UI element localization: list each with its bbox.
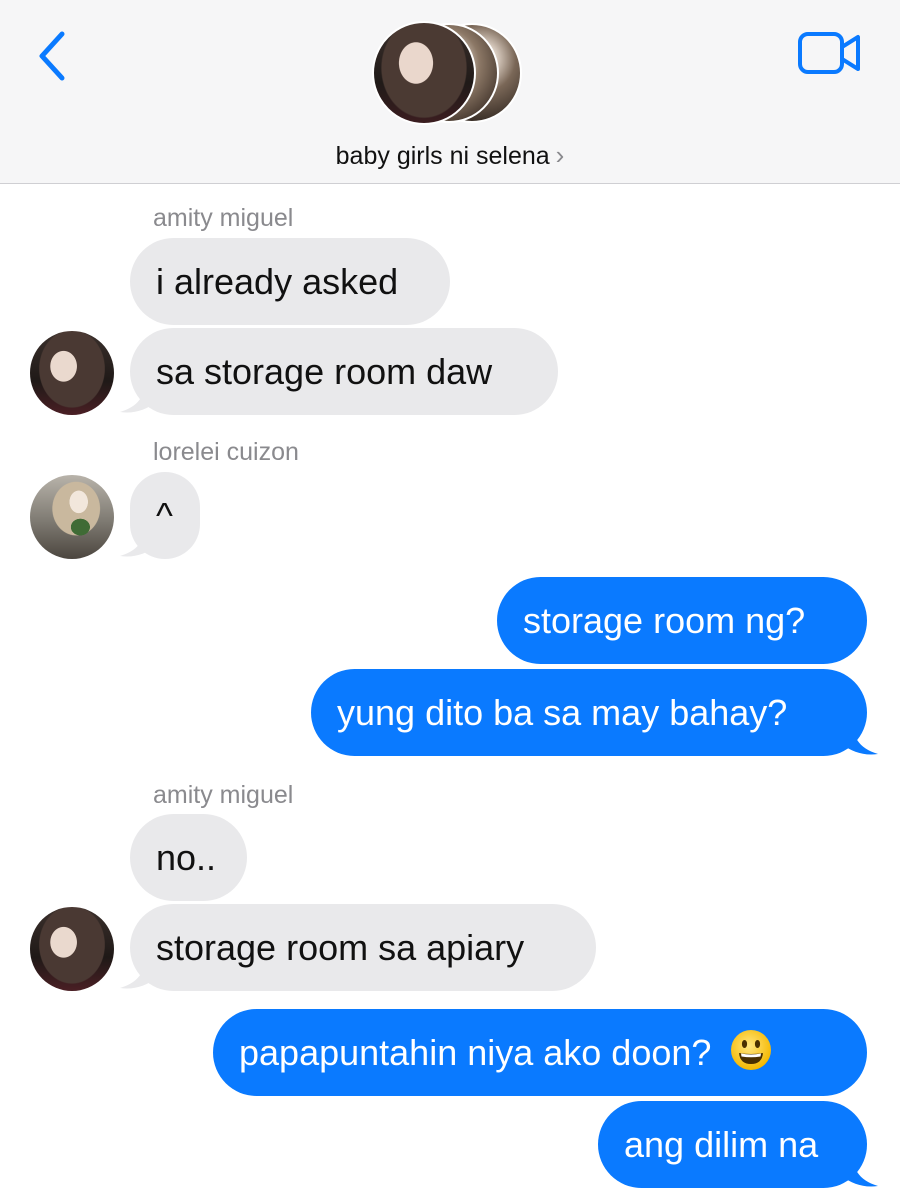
message-text: storage room ng? bbox=[523, 600, 806, 641]
facetime-video-button[interactable] bbox=[797, 30, 863, 76]
message-text: sa storage room daw bbox=[156, 351, 493, 392]
chevron-left-icon bbox=[39, 31, 65, 81]
message-text: i already asked bbox=[156, 261, 399, 302]
bubble-tail bbox=[842, 1150, 878, 1187]
outgoing-message-bubble[interactable]: yung dito ba sa may bahay? bbox=[311, 669, 867, 756]
outgoing-message-bubble[interactable]: storage room ng? bbox=[497, 577, 867, 664]
contact-avatar[interactable] bbox=[30, 331, 114, 415]
message-text: papapuntahin niya ako doon? bbox=[239, 1032, 712, 1073]
group-name-button[interactable]: baby girls ni selena › bbox=[0, 140, 900, 171]
incoming-message-bubble[interactable]: storage room sa apiary bbox=[130, 904, 596, 991]
outgoing-message-bubble[interactable]: ang dilim na bbox=[598, 1101, 867, 1188]
video-camera-icon bbox=[798, 32, 860, 74]
group-name: baby girls ni selena bbox=[335, 142, 550, 170]
message-text: no.. bbox=[156, 837, 217, 878]
bubble-tail bbox=[120, 952, 156, 989]
sender-name: lorelei cuizon bbox=[153, 438, 299, 466]
contact-avatar[interactable] bbox=[30, 475, 114, 559]
chevron-right-icon: › bbox=[555, 140, 565, 170]
contact-avatar[interactable] bbox=[30, 907, 114, 991]
conversation-header: baby girls ni selena › bbox=[0, 0, 900, 184]
bubble-tail bbox=[120, 376, 156, 413]
sender-name: amity miguel bbox=[153, 204, 294, 232]
incoming-message-bubble[interactable]: no.. bbox=[130, 814, 247, 901]
message-text: storage room sa apiary bbox=[156, 927, 525, 968]
outgoing-message-bubble[interactable]: papapuntahin niya ako doon? bbox=[213, 1009, 867, 1096]
bubble-tail bbox=[842, 718, 878, 755]
message-text: ^ bbox=[156, 495, 173, 536]
group-avatar-stack[interactable] bbox=[372, 21, 532, 127]
message-text: yung dito ba sa may bahay? bbox=[337, 692, 788, 733]
incoming-message-bubble[interactable]: i already asked bbox=[130, 238, 450, 325]
imessage-group-chat: baby girls ni selena › amity miguel i alr… bbox=[0, 0, 900, 1200]
message-text: ang dilim na bbox=[624, 1124, 819, 1165]
bubble-tail bbox=[120, 520, 156, 557]
sender-name: amity miguel bbox=[153, 781, 294, 809]
group-member-avatar bbox=[372, 21, 476, 125]
incoming-message-bubble[interactable]: sa storage room daw bbox=[130, 328, 558, 415]
back-button[interactable] bbox=[30, 28, 76, 84]
grinning-face-emoji bbox=[731, 1030, 772, 1070]
